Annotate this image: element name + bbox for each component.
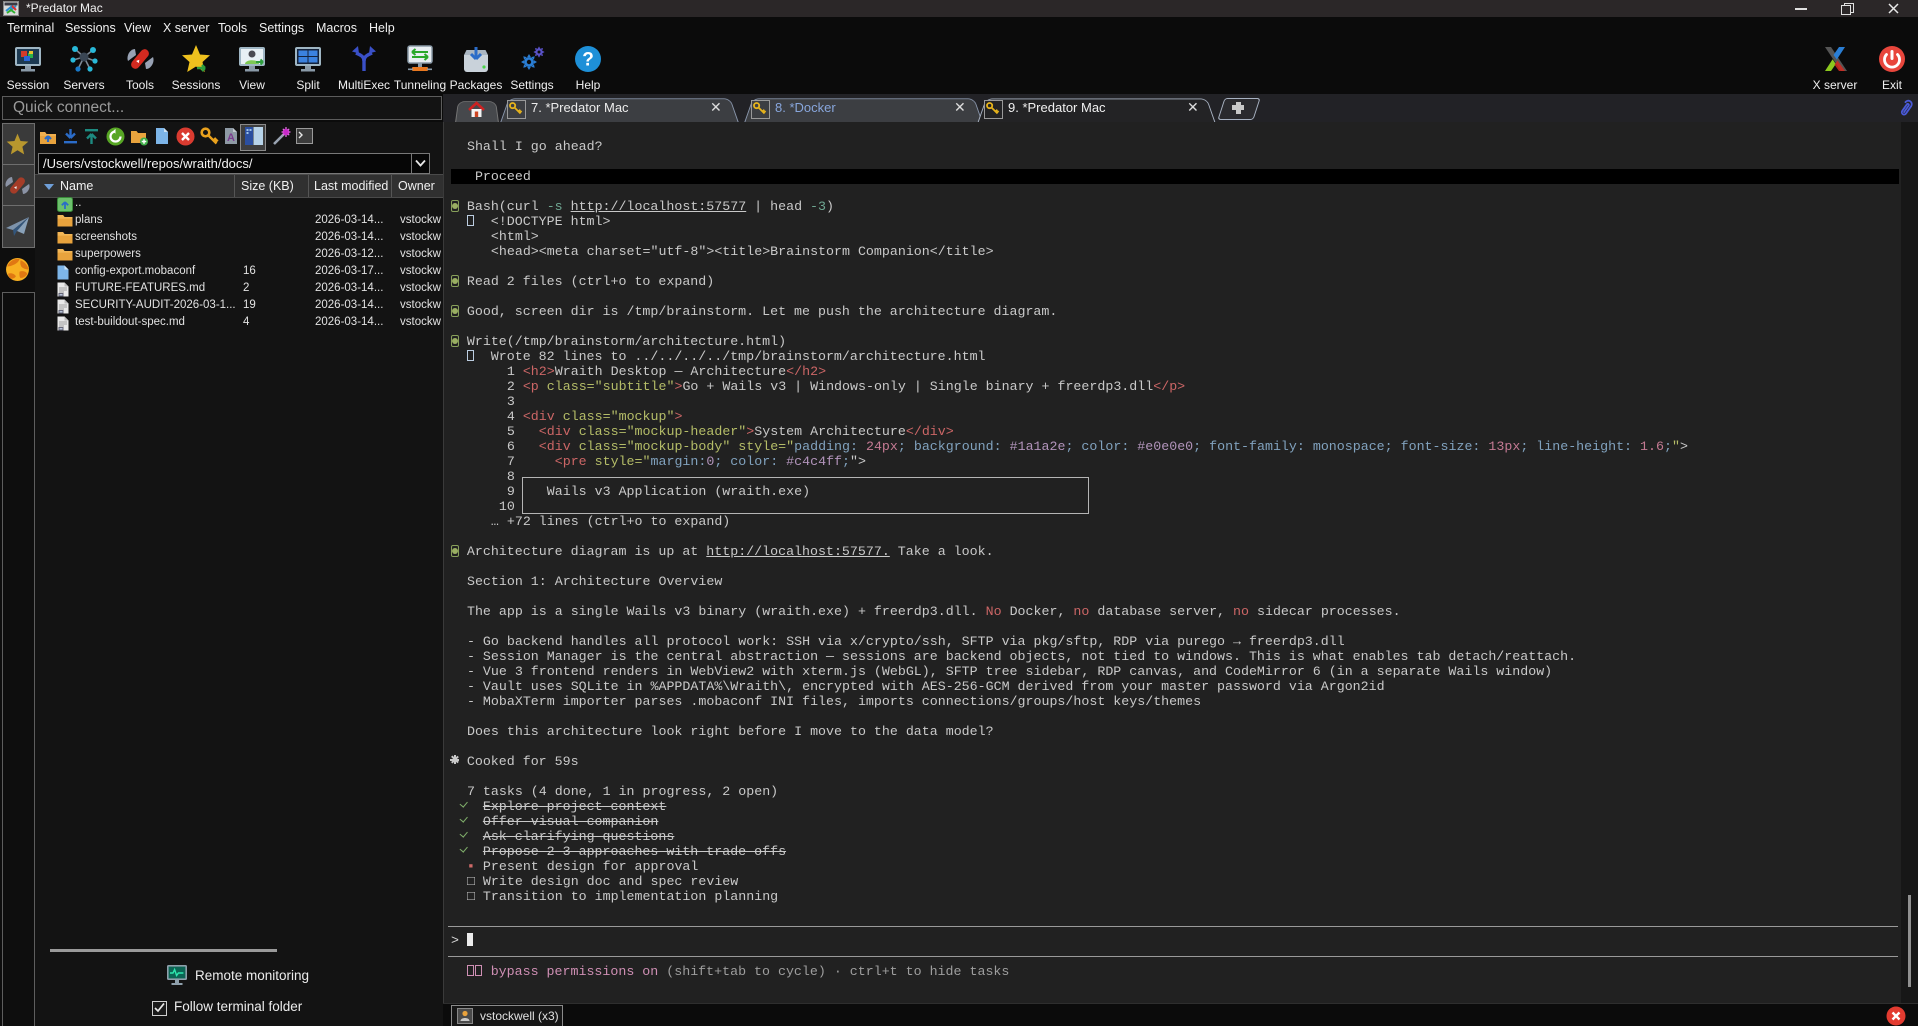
svg-text:A: A — [227, 132, 235, 144]
svg-text:?: ? — [582, 50, 594, 71]
